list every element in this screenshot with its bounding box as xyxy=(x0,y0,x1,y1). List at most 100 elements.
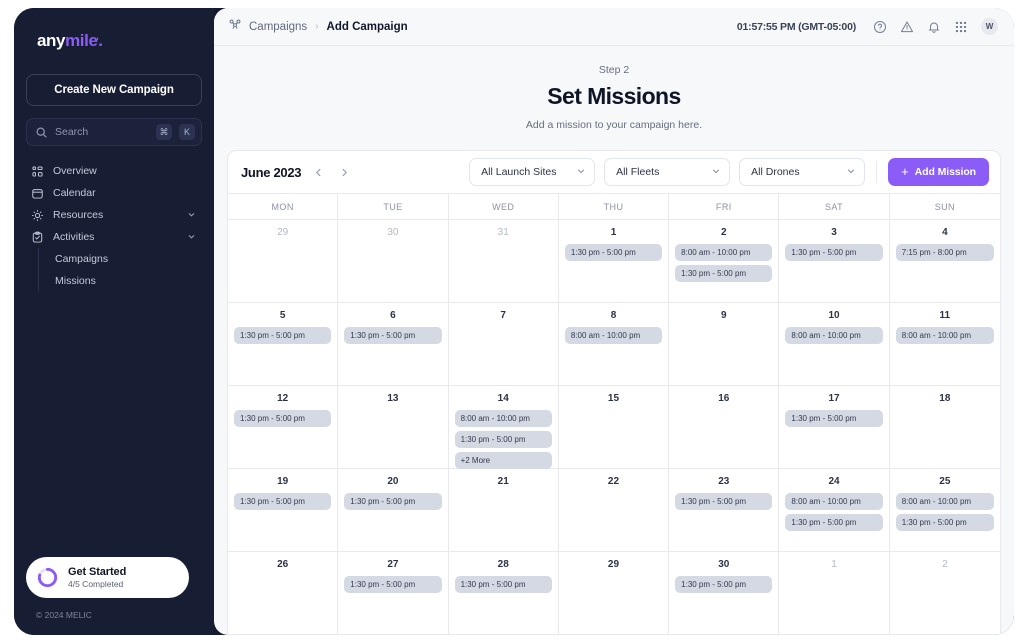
calendar-day-cell[interactable]: 2 8:00 am - 10:00 pm 1:30 pm - 5:00 pm xyxy=(669,220,780,302)
chevron-down-icon-resources[interactable] xyxy=(187,210,196,221)
calendar-day-cell[interactable]: 27 1:30 pm - 5:00 pm xyxy=(338,552,449,634)
calendar-mission-pill[interactable]: 1:30 pm - 5:00 pm xyxy=(454,576,552,593)
calendar-day-cell[interactable]: 11 8:00 am - 10:00 pm xyxy=(890,303,1000,385)
sidebar-item-resources[interactable]: Resources xyxy=(26,204,202,226)
calendar-day-number: 2 xyxy=(942,559,948,570)
apps-grid-icon[interactable] xyxy=(954,20,968,34)
calendar-mission-pill[interactable]: 8:00 am - 10:00 pm xyxy=(785,327,883,344)
calendar-mission-pill[interactable]: 8:00 am - 10:00 pm xyxy=(454,410,552,427)
calendar-mission-pill[interactable]: 1:30 pm - 5:00 pm xyxy=(564,244,663,261)
calendar-day-number: 1 xyxy=(831,559,837,570)
add-mission-label: Add Mission xyxy=(914,166,976,178)
filter-fleets[interactable]: All Fleets xyxy=(604,158,731,186)
calendar-day-cell[interactable]: 3 1:30 pm - 5:00 pm xyxy=(779,220,890,302)
calendar-mission-pill[interactable]: 8:00 am - 10:00 pm xyxy=(675,244,773,261)
sidebar-item-label-activities: Activities xyxy=(53,231,95,243)
calendar-day-cell[interactable]: 19 1:30 pm - 5:00 pm xyxy=(228,469,339,551)
chevron-down-icon-activities[interactable] xyxy=(187,232,196,243)
calendar-mission-pill[interactable]: 1:30 pm - 5:00 pm xyxy=(454,431,552,448)
calendar-mission-pill[interactable]: 1:30 pm - 5:00 pm xyxy=(675,493,773,510)
calendar-day-cell[interactable]: 22 xyxy=(559,469,670,551)
calendar-day-cell[interactable]: 15 xyxy=(559,386,670,477)
next-month-button[interactable] xyxy=(336,164,353,181)
calendar-day-cell[interactable]: 25 8:00 am - 10:00 pm 1:30 pm - 5:00 pm xyxy=(890,469,1000,551)
breadcrumb: Campaigns › Add Campaign xyxy=(229,18,408,36)
filter-launch-sites[interactable]: All Launch Sites xyxy=(469,158,596,186)
calendar-mission-pill[interactable]: 1:30 pm - 5:00 pm xyxy=(234,327,332,344)
bell-icon[interactable] xyxy=(927,20,941,34)
calendar-mission-pill[interactable]: 1:30 pm - 5:00 pm xyxy=(234,410,332,427)
sidebar-item-overview[interactable]: Overview xyxy=(26,160,202,182)
calendar-day-cell[interactable]: 2 xyxy=(890,552,1000,634)
calendar-day-number: 29 xyxy=(277,227,289,238)
step-header: Step 2 Set Missions Add a mission to you… xyxy=(214,46,1014,131)
warning-triangle-icon[interactable] xyxy=(900,20,914,34)
add-mission-button[interactable]: + Add Mission xyxy=(888,158,989,186)
calendar-day-cell[interactable]: 28 1:30 pm - 5:00 pm xyxy=(449,552,559,634)
sidebar-item-activities[interactable]: Activities xyxy=(26,226,202,248)
calendar-day-cell[interactable]: 7 xyxy=(449,303,559,385)
app-logo[interactable]: any mile '. xyxy=(37,30,202,52)
get-started-card[interactable]: Get Started 4/5 Completed xyxy=(26,557,189,598)
avatar[interactable]: W xyxy=(981,18,998,35)
search-input[interactable]: Search ⌘ K xyxy=(26,118,202,146)
calendar-day-cell[interactable]: 17 1:30 pm - 5:00 pm xyxy=(779,386,890,477)
calendar-day-cell[interactable]: 23 1:30 pm - 5:00 pm xyxy=(669,469,780,551)
calendar-day-cell[interactable]: 20 1:30 pm - 5:00 pm xyxy=(338,469,449,551)
calendar-mission-pill[interactable]: 1:30 pm - 5:00 pm xyxy=(344,576,442,593)
calendar-day-number: 5 xyxy=(279,310,286,321)
chevron-down-icon-drones xyxy=(846,166,856,178)
create-new-campaign-button[interactable]: Create New Campaign xyxy=(26,74,202,106)
calendar-day-cell[interactable]: 30 xyxy=(338,220,449,302)
calendar-day-cell[interactable]: 31 xyxy=(449,220,559,302)
calendar-mission-pill[interactable]: 1:30 pm - 5:00 pm xyxy=(675,576,773,593)
get-started-text: Get Started 4/5 Completed xyxy=(68,566,126,589)
calendar-day-cell[interactable]: 16 xyxy=(669,386,780,477)
help-circle-icon[interactable] xyxy=(873,20,887,34)
calendar-day-cell[interactable]: 4 7:15 pm - 8:00 pm xyxy=(890,220,1000,302)
prev-month-button[interactable] xyxy=(310,164,327,181)
calendar-day-number: 1 xyxy=(610,227,617,238)
calendar-day-cell[interactable]: 9 xyxy=(669,303,780,385)
calendar-day-cell[interactable]: 18 xyxy=(890,386,1000,477)
sun-resources-icon xyxy=(31,209,44,222)
calendar-mission-pill[interactable]: 1:30 pm - 5:00 pm xyxy=(785,410,883,427)
sidebar-item-missions[interactable]: Missions xyxy=(55,270,202,292)
calendar-day-cell[interactable]: 13 xyxy=(338,386,449,477)
breadcrumb-campaigns[interactable]: Campaigns xyxy=(249,21,307,33)
sidebar-item-campaigns[interactable]: Campaigns xyxy=(55,248,202,270)
calendar-more-link[interactable]: +2 More xyxy=(454,452,552,469)
sidebar-subnav-activities: Campaigns Missions xyxy=(38,248,202,292)
calendar-mission-pill[interactable]: 1:30 pm - 5:00 pm xyxy=(344,327,442,344)
calendar-toolbar: June 2023 All Launch Sites All Fleets Al… xyxy=(228,151,1000,193)
calendar-day-cell[interactable]: 5 1:30 pm - 5:00 pm xyxy=(228,303,339,385)
calendar-mission-pill[interactable]: 1:30 pm - 5:00 pm xyxy=(895,514,994,531)
calendar-mission-pill[interactable]: 8:00 am - 10:00 pm xyxy=(564,327,663,344)
calendar-mission-pill[interactable]: 1:30 pm - 5:00 pm xyxy=(234,493,332,510)
step-subtitle: Add a mission to your campaign here. xyxy=(525,119,703,131)
calendar-day-cell[interactable]: 1 xyxy=(779,552,890,634)
calendar-day-cell[interactable]: 12 1:30 pm - 5:00 pm xyxy=(228,386,339,477)
sidebar-item-calendar[interactable]: Calendar xyxy=(26,182,202,204)
calendar-day-cell[interactable]: 21 xyxy=(449,469,559,551)
calendar-day-cell[interactable]: 29 xyxy=(228,220,339,302)
calendar-day-cell[interactable]: 30 1:30 pm - 5:00 pm xyxy=(669,552,780,634)
calendar-mission-pill[interactable]: 7:15 pm - 8:00 pm xyxy=(895,244,994,261)
calendar-day-cell[interactable]: 24 8:00 am - 10:00 pm 1:30 pm - 5:00 pm xyxy=(779,469,890,551)
calendar-mission-pill[interactable]: 1:30 pm - 5:00 pm xyxy=(785,514,883,531)
calendar-day-cell[interactable]: 29 xyxy=(559,552,670,634)
calendar-day-cell[interactable]: 6 1:30 pm - 5:00 pm xyxy=(338,303,449,385)
filter-drones[interactable]: All Drones xyxy=(739,158,866,186)
calendar-mission-pill[interactable]: 8:00 am - 10:00 pm xyxy=(785,493,883,510)
calendar-day-cell[interactable]: 26 xyxy=(228,552,339,634)
calendar-mission-pill[interactable]: 1:30 pm - 5:00 pm xyxy=(344,493,442,510)
calendar-mission-pill[interactable]: 1:30 pm - 5:00 pm xyxy=(785,244,883,261)
calendar-mission-pill[interactable]: 8:00 am - 10:00 pm xyxy=(895,327,994,344)
calendar-day-cell[interactable]: 8 8:00 am - 10:00 pm xyxy=(559,303,670,385)
calendar-mission-pill[interactable]: 1:30 pm - 5:00 pm xyxy=(675,265,773,282)
calendar-dow-fri: FRI xyxy=(669,194,780,219)
calendar-day-cell[interactable]: 1 1:30 pm - 5:00 pm xyxy=(559,220,670,302)
calendar-mission-pill[interactable]: 8:00 am - 10:00 pm xyxy=(895,493,994,510)
calendar-day-cell[interactable]: 10 8:00 am - 10:00 pm xyxy=(779,303,890,385)
calendar-day-cell[interactable]: 14 8:00 am - 10:00 pm 1:30 pm - 5:00 pm +2 … xyxy=(449,386,559,477)
